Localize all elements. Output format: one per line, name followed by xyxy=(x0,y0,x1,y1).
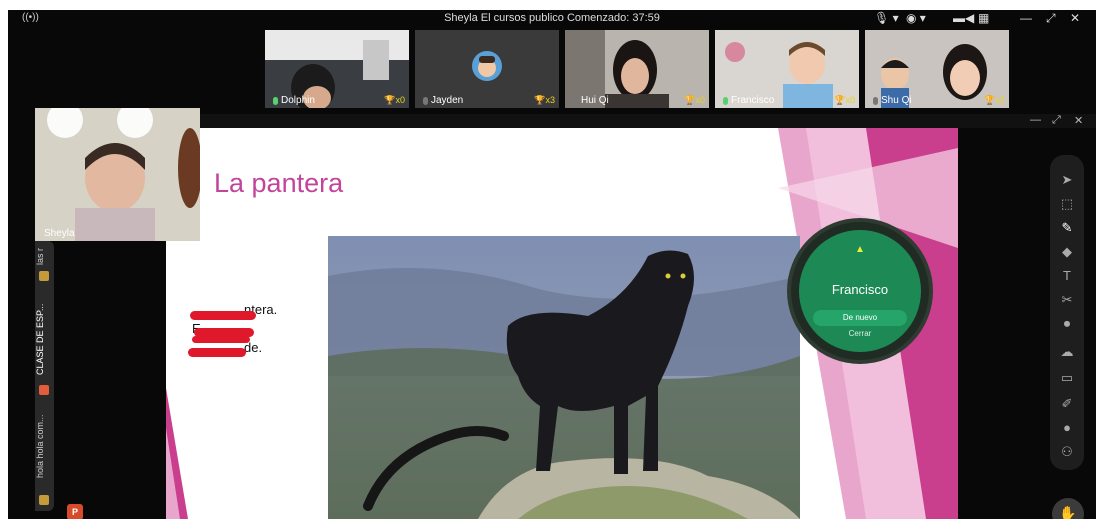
participant-tile[interactable]: Hui Qi 🏆x0 xyxy=(565,30,709,108)
window-titlebar: ((•)) Sheyla El cursos publico Comenzado… xyxy=(8,10,1096,28)
slide-title: La pantera xyxy=(214,168,344,198)
tab-las[interactable]: las r xyxy=(35,245,54,267)
star-count: 🏆x0 xyxy=(684,95,705,105)
user-icon: ▲ xyxy=(855,244,865,255)
toolbox-icon[interactable]: ▭ xyxy=(1050,367,1084,389)
star-count: 🏆x0 xyxy=(384,95,405,105)
classroom-app: ((•)) Sheyla El cursos publico Comenzado… xyxy=(8,10,1096,519)
mic-on-icon xyxy=(273,96,278,105)
window-title: Sheyla El cursos publico Comenzado: 37:5… xyxy=(444,12,660,24)
maximize-button[interactable]: ⤢ xyxy=(1046,11,1056,26)
pointer-tool-icon[interactable]: ➤ xyxy=(1050,169,1084,191)
red-ink-annotation xyxy=(190,311,256,320)
folder-icon xyxy=(39,495,49,505)
powerpoint-file-icon[interactable]: P xyxy=(67,504,83,519)
participant-name: Shu Qi xyxy=(881,95,912,106)
cloud-icon[interactable]: ☁ xyxy=(1050,341,1084,363)
teacher-name: Sheyla xyxy=(44,228,75,239)
camera-menu[interactable]: ◉ ▾ xyxy=(906,11,926,25)
star-count: 🏆x0 xyxy=(834,95,855,105)
raise-hand-icon[interactable]: ✋ xyxy=(1052,498,1084,519)
tab-hola-hola[interactable]: hola hola com... xyxy=(35,401,54,491)
scissors-tool-icon[interactable]: ✂ xyxy=(1050,289,1084,311)
text-tool-icon[interactable]: T xyxy=(1050,265,1084,287)
users-icon[interactable]: ⚇ xyxy=(1050,441,1084,463)
grid-layout-icon[interactable]: ▦ xyxy=(978,11,989,25)
stage-maximize-button[interactable]: ⤢ xyxy=(1052,114,1061,127)
mic-on-icon xyxy=(723,96,728,105)
microphone-menu[interactable]: 🎙 ▾ xyxy=(874,11,899,25)
close-button[interactable]: ✕ xyxy=(1070,11,1080,25)
red-ink-annotation xyxy=(192,336,250,343)
tab-clase-de-espanol[interactable]: CLASE DE ESP... xyxy=(35,297,54,381)
teacher-video xyxy=(35,108,200,241)
stage-minimize-button[interactable]: — xyxy=(1030,114,1041,126)
mic-off-icon xyxy=(423,96,428,105)
panther-photo xyxy=(328,236,800,519)
participant-name: Jayden xyxy=(431,95,464,106)
random-picker-popup: ▲ Francisco De nuevo Cerrar xyxy=(787,218,933,364)
minimize-button[interactable]: — xyxy=(1020,11,1032,25)
video-toggle-icon[interactable]: ▬◀ xyxy=(953,11,974,25)
stage-close-button[interactable]: ✕ xyxy=(1074,114,1083,127)
participant-tile[interactable]: Dolphin 🏆x0 xyxy=(265,30,409,108)
picked-student-name: Francisco xyxy=(831,282,889,297)
whiteboard-toolbar: ➤ ⬚ ✎ ◆ T ✂ ⏺ ☁ ▭ ✐ ● ⚇ xyxy=(1050,155,1084,470)
edit-icon[interactable]: ✐ xyxy=(1050,393,1084,415)
folder-icon xyxy=(39,271,49,281)
participant-name: Francisco xyxy=(731,95,775,106)
pick-again-button[interactable]: De nuevo xyxy=(813,310,907,326)
close-picker-button[interactable]: Cerrar xyxy=(799,329,921,338)
record-icon[interactable]: ⏺ xyxy=(1050,313,1084,335)
eraser-tool-icon[interactable]: ◆ xyxy=(1050,241,1084,263)
participant-name: Dolphin xyxy=(281,95,315,106)
star-count: 🏆x3 xyxy=(534,95,555,105)
document-tabs-strip: las r CLASE DE ESP... hola hola com... xyxy=(35,241,54,511)
mic-off-icon xyxy=(873,96,878,105)
participant-tile[interactable]: Jayden 🏆x3 xyxy=(415,30,559,108)
mic-off-icon xyxy=(573,96,578,105)
teacher-video-tile[interactable]: Sheyla xyxy=(35,108,200,241)
pen-tool-icon[interactable]: ✎ xyxy=(1050,217,1084,239)
participant-name: Hui Qi xyxy=(581,95,609,106)
selection-tool-icon[interactable]: ⬚ xyxy=(1050,193,1084,215)
presentation-icon xyxy=(39,385,49,395)
chat-icon[interactable]: ● xyxy=(1050,417,1084,439)
participant-tile[interactable]: Shu Qi 🏆x2 xyxy=(865,30,1009,108)
red-ink-annotation xyxy=(188,348,246,357)
star-count: 🏆x2 xyxy=(984,95,1005,105)
stage-titlebar: — ⤢ ✕ xyxy=(200,114,1096,128)
participant-tile[interactable]: Francisco 🏆x0 xyxy=(715,30,859,108)
